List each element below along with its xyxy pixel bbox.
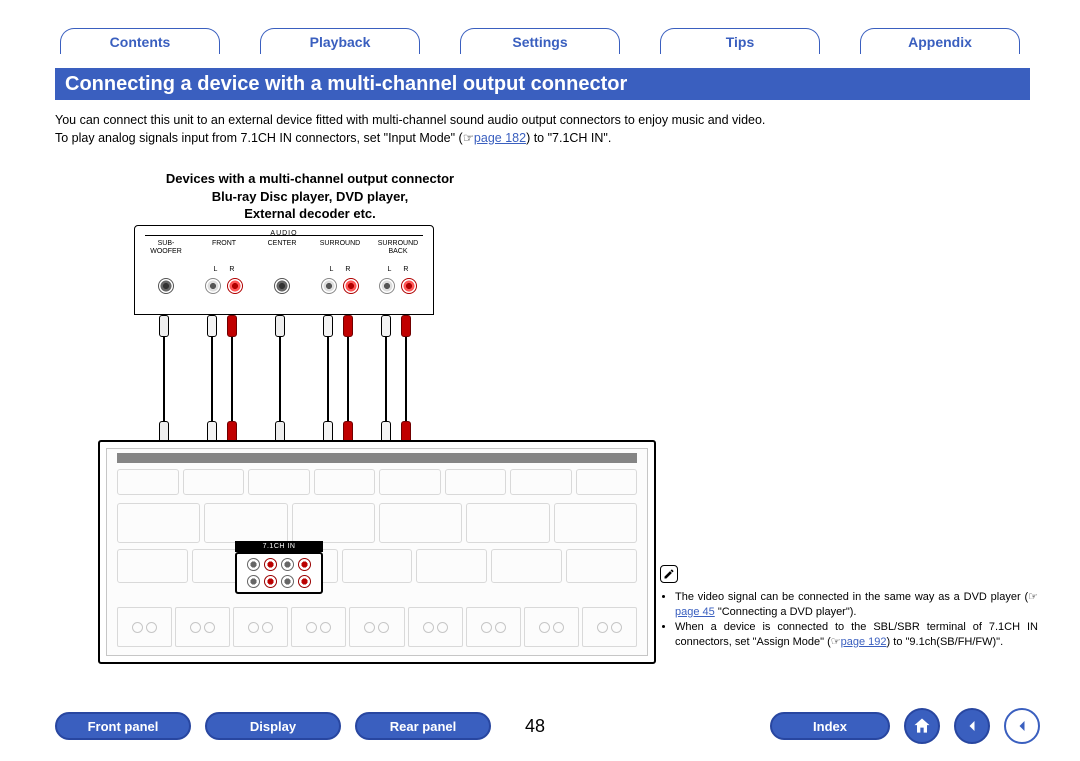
cable-surround: [310, 315, 366, 445]
rca-jack-red: [264, 575, 277, 588]
cable-center: [252, 315, 308, 445]
rca-plug-red: [343, 315, 353, 337]
col-front: FRONT: [196, 240, 252, 255]
intro-p1: You can connect this unit to an external…: [55, 112, 1030, 130]
lr-r: R: [403, 266, 408, 273]
ref-icon: ☞: [1028, 591, 1038, 603]
ref-icon: ☞: [831, 636, 841, 648]
rca-jack-red: [343, 278, 359, 294]
rca-jack: [158, 278, 174, 294]
col-center: CENTER: [254, 240, 310, 255]
recv-hdmi-row: [117, 469, 637, 495]
cable-diagram: [134, 315, 434, 445]
receiver-rear-panel: 7.1CH IN: [98, 440, 656, 664]
col-surround-back: SURROUND BACK: [370, 240, 426, 255]
src-columns: SUB- WOOFER FRONT CENTER SURROUND SURROU…: [135, 240, 433, 255]
rca-jack-white: [281, 575, 294, 588]
rca-plug-red: [401, 315, 411, 337]
jack-surround-back: [370, 278, 426, 294]
link-page-192[interactable]: page 192: [841, 636, 887, 648]
source-device-panel: AUDIO SUB- WOOFER FRONT CENTER SURROUND …: [134, 225, 434, 315]
btn-rear-panel[interactable]: Rear panel: [355, 712, 491, 740]
col-surround: SURROUND: [312, 240, 368, 255]
highlight-7ch-in: [235, 552, 323, 594]
device-heading-l1: Devices with a multi-channel output conn…: [110, 170, 510, 188]
rca-jack-white: [247, 558, 260, 571]
ref-icon: ☞: [463, 131, 474, 145]
rca-jack-red: [227, 278, 243, 294]
speaker-terminals: [117, 607, 637, 647]
lr-r: R: [345, 266, 350, 273]
cable-sub: [136, 315, 192, 445]
btn-index[interactable]: Index: [770, 712, 890, 740]
lr-l: L: [214, 266, 218, 273]
pencil-icon: [660, 565, 678, 583]
tab-tips[interactable]: Tips: [660, 28, 820, 54]
btn-display[interactable]: Display: [205, 712, 341, 740]
rca-jack-white: [379, 278, 395, 294]
rca-jack-red: [298, 558, 311, 571]
rca-plug-white: [381, 315, 391, 337]
highlight-7ch-label: 7.1CH IN: [235, 541, 323, 552]
device-heading: Devices with a multi-channel output conn…: [110, 170, 510, 223]
recv-strip: [117, 453, 637, 463]
lr-labels: LR LR LR: [135, 266, 433, 273]
forward-icon[interactable]: [1004, 708, 1040, 744]
receiver-inner: [106, 448, 648, 656]
jack-surround: [312, 278, 368, 294]
cable-surround-back: [368, 315, 424, 445]
tab-playback[interactable]: Playback: [260, 28, 420, 54]
page-number: 48: [505, 716, 565, 737]
jack-sub: [138, 278, 194, 294]
btn-front-panel[interactable]: Front panel: [55, 712, 191, 740]
rca-jack-red: [298, 575, 311, 588]
rca-jack-red: [401, 278, 417, 294]
lr-l: L: [388, 266, 392, 273]
device-heading-l2: Blu-ray Disc player, DVD player,: [110, 188, 510, 206]
jack-row: [135, 278, 433, 294]
page-title: Connecting a device with a multi-channel…: [55, 68, 1030, 100]
lr-r: R: [229, 266, 234, 273]
rca-plug: [275, 315, 285, 337]
rca-jack-white: [281, 558, 294, 571]
intro-text: You can connect this unit to an external…: [55, 112, 1030, 147]
rca-plug-white: [323, 315, 333, 337]
rca-jack-white: [247, 575, 260, 588]
lr-l: L: [330, 266, 334, 273]
note-2: When a device is connected to the SBL/SB…: [675, 620, 1038, 650]
jack-center: [254, 278, 310, 294]
note-2b: ) to "9.1ch(SB/FH/FW)".: [887, 636, 1004, 648]
recv-analog-row: [117, 549, 637, 583]
rca-jack: [274, 278, 290, 294]
tab-appendix[interactable]: Appendix: [860, 28, 1020, 54]
bottom-nav: Front panel Display Rear panel 48 Index: [55, 709, 1040, 743]
rca-jack-red: [264, 558, 277, 571]
intro-p2b: ) to "7.1CH IN".: [526, 131, 611, 145]
intro-p2a: To play analog signals input from 7.1CH …: [55, 131, 463, 145]
home-icon[interactable]: [904, 708, 940, 744]
note-1a: The video signal can be connected in the…: [675, 591, 1028, 603]
tab-contents[interactable]: Contents: [60, 28, 220, 54]
link-page-182[interactable]: page 182: [474, 131, 526, 145]
jack-front: [196, 278, 252, 294]
recv-io-row: [117, 503, 637, 543]
rca-plug: [159, 315, 169, 337]
note-1b: "Connecting a DVD player").: [715, 606, 857, 618]
intro-p2: To play analog signals input from 7.1CH …: [55, 130, 1030, 148]
rca-plug-red: [227, 315, 237, 337]
note-1: The video signal can be connected in the…: [675, 590, 1038, 620]
rca-jack-white: [321, 278, 337, 294]
rca-plug-white: [207, 315, 217, 337]
back-icon[interactable]: [954, 708, 990, 744]
tab-settings[interactable]: Settings: [460, 28, 620, 54]
top-nav: Contents Playback Settings Tips Appendix: [0, 28, 1080, 58]
notes-list: The video signal can be connected in the…: [660, 590, 1038, 649]
device-heading-l3: External decoder etc.: [110, 205, 510, 223]
link-page-45[interactable]: page 45: [675, 606, 715, 618]
rca-jack-white: [205, 278, 221, 294]
audio-divider: [145, 235, 423, 236]
col-subwoofer: SUB- WOOFER: [138, 240, 194, 255]
cable-front: [194, 315, 250, 445]
